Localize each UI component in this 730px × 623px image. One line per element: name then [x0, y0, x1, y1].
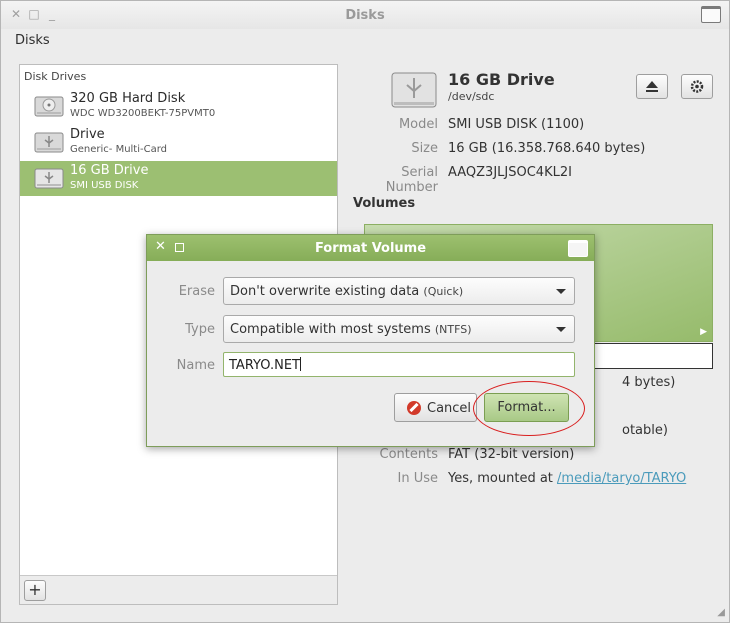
eject-button[interactable]: [636, 74, 668, 99]
serial-value: AAQZ3JLJSOC4KL2I: [448, 165, 572, 180]
drive-name: 16 GB Drive: [70, 163, 149, 178]
app-menu[interactable]: Disks: [15, 33, 50, 48]
type-value: Compatible with most systems: [230, 322, 431, 337]
restore-icon[interactable]: [568, 240, 588, 257]
mount-point-link[interactable]: /media/taryo/TARYO: [557, 471, 686, 486]
dialog-title-bar: ✕ Format Volume: [147, 235, 594, 261]
usb-drive-icon: [34, 168, 64, 189]
drive-settings-button[interactable]: [681, 74, 713, 99]
partition-type-partial: otable): [622, 423, 668, 438]
drive-model: Generic- Multi-Card: [70, 144, 168, 155]
cancel-icon: [407, 401, 421, 415]
cancel-label: Cancel: [427, 401, 472, 416]
inuse-label: In Use: [397, 471, 439, 486]
drive-item-16gb[interactable]: 16 GB Drive SMI USB DISK: [20, 161, 337, 196]
inuse-text: Yes, mounted at: [448, 471, 558, 486]
volume-name-value: TARYO.NET: [229, 358, 300, 373]
drive-device: /dev/sdc: [448, 90, 495, 103]
resize-grip-icon[interactable]: ◢: [717, 607, 725, 618]
dialog-title: Format Volume: [314, 241, 427, 256]
size-label: Size: [411, 141, 438, 156]
drive-model: WDC WD3200BEKT-75PVMT0: [70, 108, 216, 119]
list-footer: +: [20, 575, 337, 604]
text-caret: [299, 357, 301, 371]
window-title: Disks: [345, 8, 385, 23]
drive-name: 320 GB Hard Disk: [70, 91, 186, 106]
harddisk-icon: [34, 96, 64, 117]
drive-item-320gb[interactable]: 320 GB Hard Disk WDC WD3200BEKT-75PVMT0: [20, 89, 337, 124]
format-volume-dialog: ✕ Format Volume Erase Don't overwrite ex…: [146, 234, 595, 447]
usb-drive-icon: [34, 132, 64, 153]
erase-label: Erase: [178, 284, 215, 299]
type-select[interactable]: Compatible with most systems (NTFS): [223, 315, 575, 343]
add-button[interactable]: +: [24, 580, 46, 601]
volumes-heading: Volumes: [353, 196, 416, 211]
erase-value: Don't overwrite existing data: [230, 284, 420, 299]
drive-name: Drive: [70, 127, 105, 142]
restore-icon[interactable]: [701, 6, 721, 23]
serial-label: Serial Number: [385, 165, 438, 195]
gear-icon: [690, 80, 704, 93]
contents-label: Contents: [379, 447, 438, 462]
type-label: Type: [185, 322, 215, 337]
model-value: SMI USB DISK (1100): [448, 117, 585, 132]
volume-name-input[interactable]: TARYO.NET: [223, 352, 575, 377]
type-sub: (NTFS): [434, 323, 472, 336]
drive-model: SMI USB DISK: [70, 180, 139, 191]
chevron-down-icon: [556, 289, 566, 294]
chevron-down-icon: [556, 327, 566, 332]
drive-title: 16 GB Drive: [448, 70, 555, 89]
contents-value: FAT (32-bit version): [448, 447, 575, 462]
inuse-value: Yes, mounted at /media/taryo/TARYO: [448, 471, 686, 486]
format-button[interactable]: Format...: [484, 393, 569, 422]
size-value: 16 GB (16.358.768.640 bytes): [448, 141, 646, 156]
usb-drive-icon: [391, 72, 437, 108]
eject-icon: [646, 81, 658, 92]
name-label: Name: [176, 358, 215, 373]
model-label: Model: [398, 117, 438, 132]
volume-size-partial: 4 bytes): [622, 375, 676, 390]
title-bar: ✕ □ _ Disks: [1, 1, 729, 29]
drive-item-generic[interactable]: Drive Generic- Multi-Card: [20, 125, 337, 160]
play-icon: ▶: [700, 327, 707, 337]
erase-select[interactable]: Don't overwrite existing data (Quick): [223, 277, 575, 305]
erase-sub: (Quick): [423, 285, 464, 298]
disk-drives-header: Disk Drives: [24, 70, 87, 83]
cancel-button[interactable]: Cancel: [394, 393, 477, 422]
